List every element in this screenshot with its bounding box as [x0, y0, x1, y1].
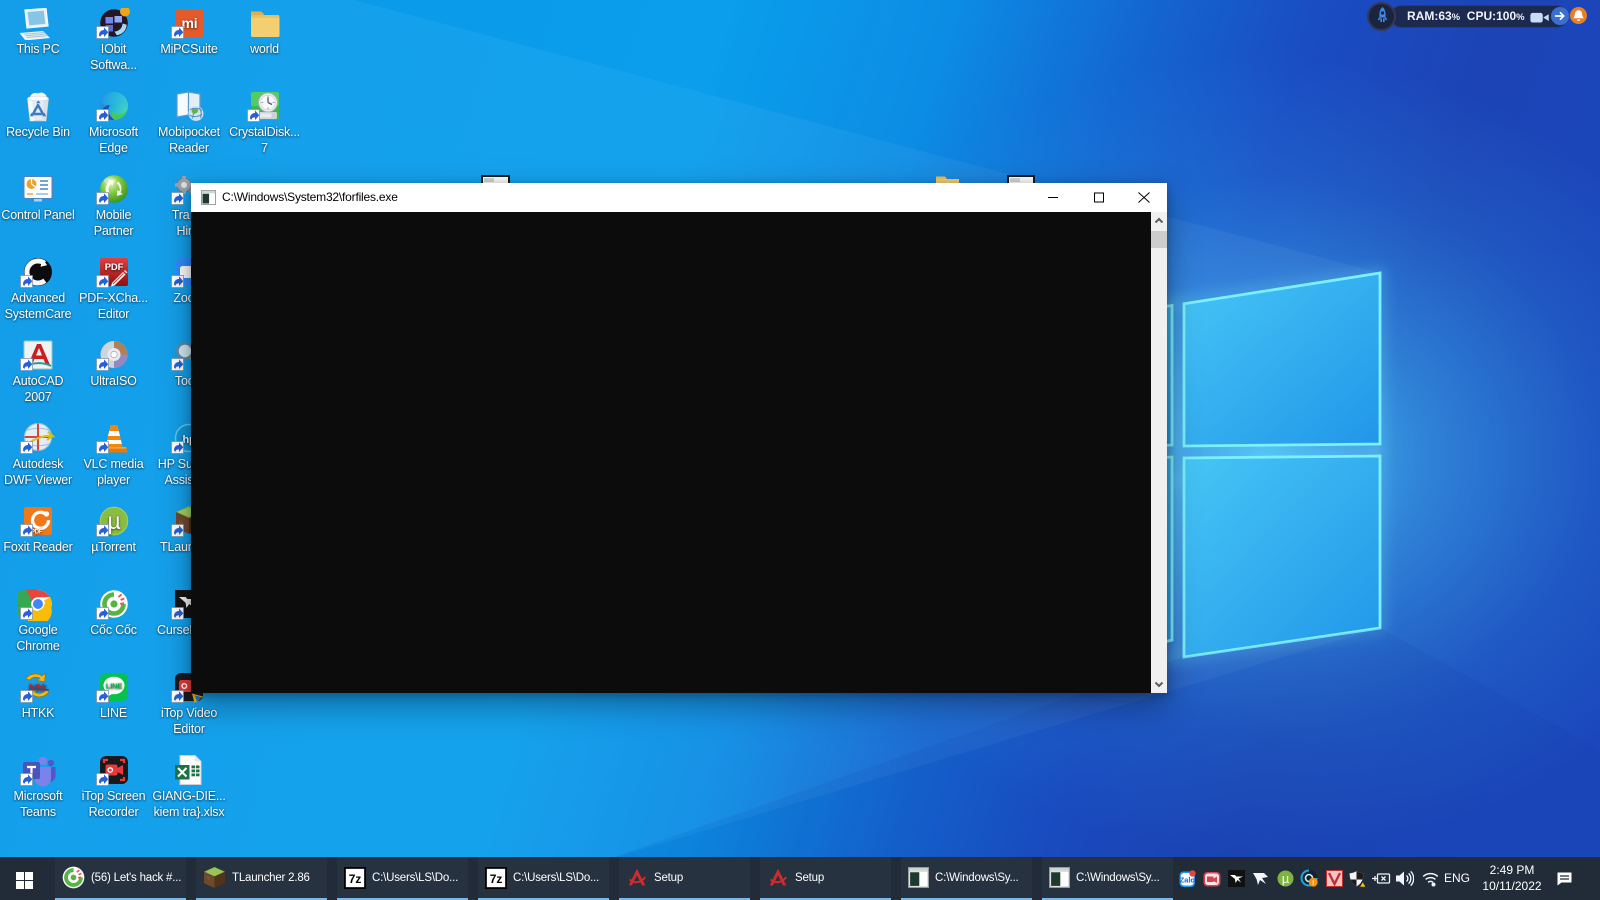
svg-text:!: !	[1312, 880, 1314, 887]
svg-text:7z: 7z	[349, 872, 362, 886]
svg-text:mi: mi	[182, 15, 198, 31]
svg-text:µ: µ	[1282, 871, 1290, 886]
svg-text:7z: 7z	[490, 872, 503, 886]
svg-text:PDF: PDF	[104, 262, 123, 273]
svg-text:LINE: LINE	[105, 682, 121, 691]
svg-text:µ: µ	[107, 508, 120, 534]
